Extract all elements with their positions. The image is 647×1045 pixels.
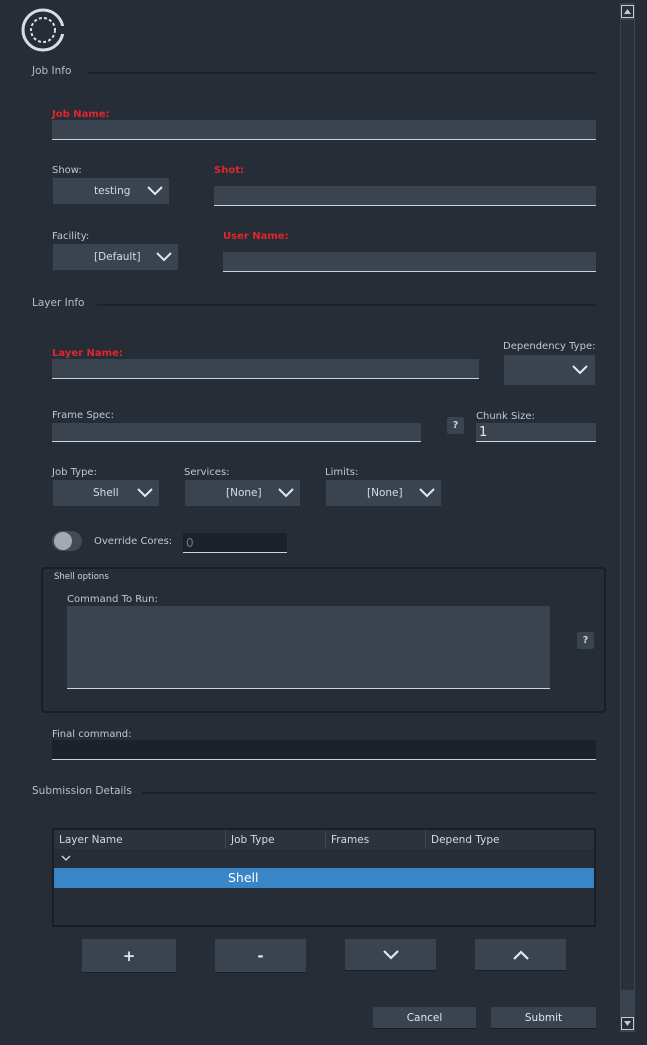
show-select[interactable]: testing (53, 178, 169, 204)
show-selected-value: testing (94, 185, 131, 197)
chevron-down-icon (278, 488, 294, 498)
override-cores-input[interactable] (183, 533, 287, 553)
shell-options-title: Shell options (54, 572, 109, 582)
command-to-run-textarea[interactable] (67, 606, 550, 689)
dependency-type-label: Dependency Type: (503, 341, 596, 352)
toggle-knob (54, 532, 72, 550)
section-divider (88, 72, 596, 74)
dependency-type-select[interactable] (504, 355, 595, 385)
submission-details-section-title: Submission Details (32, 785, 132, 797)
job-type-select[interactable]: Shell (53, 480, 159, 506)
chevron-down-icon (147, 186, 163, 196)
scroll-down-button[interactable] (621, 1017, 634, 1030)
shot-input[interactable] (214, 186, 596, 206)
chevron-down-icon[interactable] (61, 855, 71, 861)
final-command-input[interactable] (52, 740, 596, 760)
chunk-size-label: Chunk Size: (476, 411, 535, 422)
chevron-down-icon (156, 252, 172, 262)
limits-select[interactable]: [None] (326, 480, 441, 506)
services-label: Services: (184, 467, 230, 478)
app-logo-icon (21, 8, 66, 52)
job-name-label: Job Name: (52, 109, 110, 120)
chunk-size-input[interactable]: 1 (476, 423, 596, 442)
services-select[interactable]: [None] (185, 480, 300, 506)
chevron-down-icon (572, 365, 588, 375)
chevron-down-icon (624, 1021, 631, 1026)
override-cores-label: Override Cores: (94, 536, 173, 547)
move-up-button[interactable] (475, 939, 566, 971)
frame-spec-input[interactable] (52, 423, 421, 442)
column-header-job-type[interactable]: Job Type (226, 830, 326, 849)
move-down-button[interactable] (345, 939, 436, 971)
cancel-button[interactable]: Cancel (373, 1007, 476, 1029)
cell-job-type: Shell (228, 870, 259, 885)
column-header-depend-type[interactable]: Depend Type (426, 830, 594, 849)
command-help-button[interactable]: ? (577, 632, 594, 649)
scroll-up-button[interactable] (621, 5, 634, 18)
chevron-down-icon (382, 949, 399, 960)
job-info-section-title: Job Info (32, 65, 72, 77)
user-name-label: User Name: (223, 231, 289, 242)
facility-selected-value: [Default] (94, 251, 141, 263)
show-label: Show: (52, 165, 82, 176)
layer-name-label: Layer Name: (52, 348, 123, 359)
chevron-down-icon (419, 488, 435, 498)
job-type-label: Job Type: (52, 467, 97, 478)
section-divider (97, 304, 596, 306)
frame-spec-label: Frame Spec: (52, 410, 115, 421)
facility-select[interactable]: [Default] (53, 244, 178, 270)
section-divider (142, 792, 596, 794)
layer-name-input[interactable] (52, 359, 479, 379)
job-type-selected-value: Shell (93, 487, 119, 499)
services-selected-value: [None] (226, 487, 262, 499)
submit-button[interactable]: Submit (491, 1007, 596, 1029)
final-command-label: Final command: (52, 729, 132, 740)
scrollbar-thumb[interactable] (621, 20, 634, 990)
column-header-frames[interactable]: Frames (326, 830, 426, 849)
chevron-down-icon (137, 488, 153, 498)
column-header-layer-name[interactable]: Layer Name (54, 830, 226, 849)
facility-label: Facility: (52, 231, 90, 242)
user-name-input[interactable] (223, 252, 596, 272)
chevron-up-icon (512, 949, 529, 960)
chevron-up-icon (624, 9, 631, 14)
remove-layer-button[interactable]: - (215, 939, 306, 973)
command-to-run-label: Command To Run: (67, 594, 158, 605)
layer-info-section-title: Layer Info (32, 297, 85, 309)
job-name-input[interactable] (52, 120, 596, 140)
frame-spec-help-button[interactable]: ? (447, 417, 464, 434)
add-layer-button[interactable]: + (82, 939, 176, 973)
table-row[interactable]: Shell (54, 868, 594, 888)
shot-label: Shot: (214, 165, 244, 176)
limits-label: Limits: (325, 467, 359, 478)
limits-selected-value: [None] (367, 487, 403, 499)
